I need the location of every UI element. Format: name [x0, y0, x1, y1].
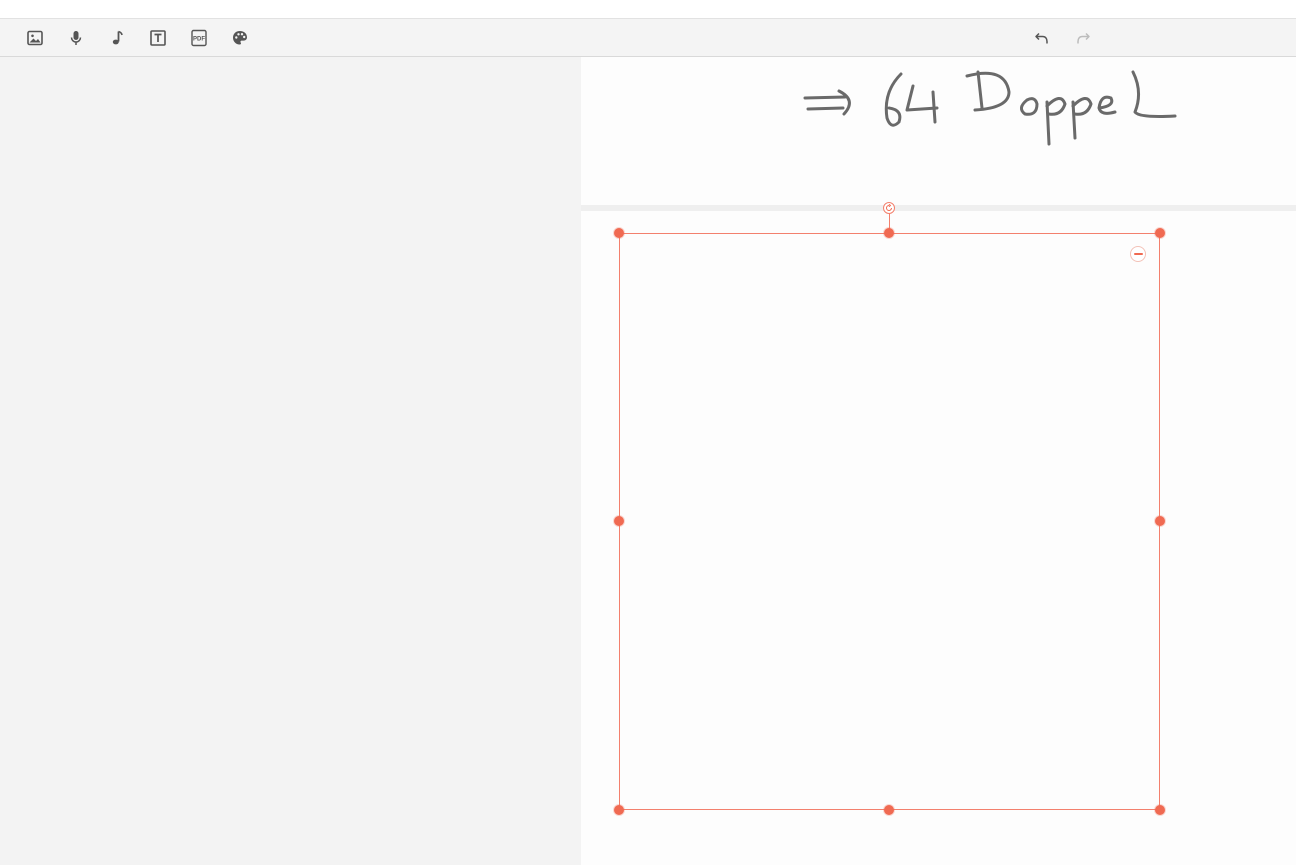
undo-icon: [1035, 32, 1048, 44]
resize-handle-top[interactable]: [884, 228, 894, 238]
insert-music-button[interactable]: [106, 27, 128, 49]
color-palette-button[interactable]: [229, 27, 251, 49]
microphone-icon: [70, 31, 82, 45]
minus-icon: [1133, 253, 1143, 255]
pdf-icon: PDF: [191, 29, 207, 47]
image-icon: [27, 30, 43, 46]
rotate-icon: [886, 204, 892, 211]
resize-handle-left[interactable]: [614, 516, 624, 526]
handwritten-note-ink: [803, 70, 1177, 146]
window-top-bar: [0, 0, 1296, 19]
resize-handle-top-left[interactable]: [614, 228, 624, 238]
palette-icon: [233, 31, 247, 45]
resize-handle-right[interactable]: [1155, 516, 1165, 526]
pdf-icon-label: PDF: [193, 37, 205, 43]
text-box-icon: [150, 30, 166, 46]
toolbar: PDF: [0, 19, 1296, 57]
record-audio-button[interactable]: [65, 27, 87, 49]
handwritten-note: [795, 62, 1185, 157]
redo-icon: [1077, 32, 1090, 44]
resize-handle-top-right[interactable]: [1155, 228, 1165, 238]
resize-handle-bottom[interactable]: [884, 805, 894, 815]
redo-button[interactable]: [1072, 27, 1094, 49]
resize-handle-bottom-right[interactable]: [1155, 805, 1165, 815]
insert-image-button[interactable]: [24, 27, 46, 49]
page-divider: [581, 205, 1296, 211]
rotate-handle[interactable]: [883, 202, 895, 214]
remove-selection-button[interactable]: [1130, 246, 1146, 262]
selection-box[interactable]: [619, 233, 1160, 810]
sidebar-panel: [0, 57, 581, 865]
insert-pdf-button[interactable]: PDF: [188, 27, 210, 49]
resize-handle-bottom-left[interactable]: [614, 805, 624, 815]
insert-text-button[interactable]: [147, 27, 169, 49]
music-note-icon: [112, 30, 123, 45]
undo-button[interactable]: [1031, 27, 1053, 49]
